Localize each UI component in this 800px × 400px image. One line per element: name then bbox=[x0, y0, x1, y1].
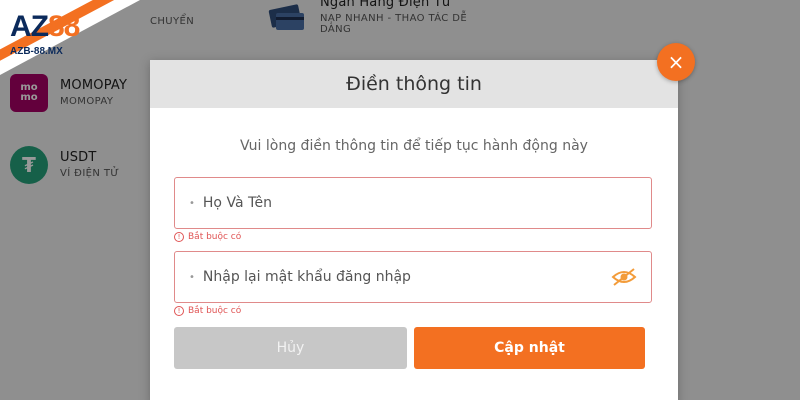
password-confirm-error: ! Bắt buộc có bbox=[174, 306, 241, 316]
cancel-button[interactable]: Hủy bbox=[174, 327, 407, 369]
modal-title: Điền thông tin bbox=[346, 73, 482, 95]
close-icon[interactable]: × bbox=[657, 43, 695, 81]
bullet-icon: • bbox=[189, 197, 195, 209]
update-button[interactable]: Cập nhật bbox=[414, 327, 645, 369]
error-icon: ! bbox=[174, 306, 184, 316]
password-confirm-placeholder: Nhập lại mật khẩu đăng nhập bbox=[202, 269, 411, 285]
info-modal: Điền thông tin Vui lòng điền thông tin đ… bbox=[150, 60, 678, 400]
modal-description: Vui lòng điền thông tin để tiếp tục hành… bbox=[240, 138, 588, 154]
full-name-error: ! Bắt buộc có bbox=[174, 232, 241, 242]
modal-header: Điền thông tin bbox=[150, 60, 678, 108]
brand-name: AZ88 bbox=[10, 10, 80, 43]
error-text: Bắt buộc có bbox=[188, 232, 242, 242]
error-icon: ! bbox=[174, 232, 184, 242]
error-text: Bắt buộc có bbox=[188, 306, 242, 316]
full-name-input[interactable]: • Họ Và Tên bbox=[174, 177, 652, 229]
brand-logo: AZ88 AZB-88.MX bbox=[0, 0, 153, 75]
eye-icon[interactable] bbox=[611, 266, 637, 288]
bullet-icon: • bbox=[189, 271, 195, 283]
full-name-placeholder: Họ Và Tên bbox=[202, 195, 273, 211]
password-confirm-input[interactable]: • Nhập lại mật khẩu đăng nhập bbox=[174, 251, 652, 303]
brand-domain: AZB-88.MX bbox=[10, 46, 63, 57]
